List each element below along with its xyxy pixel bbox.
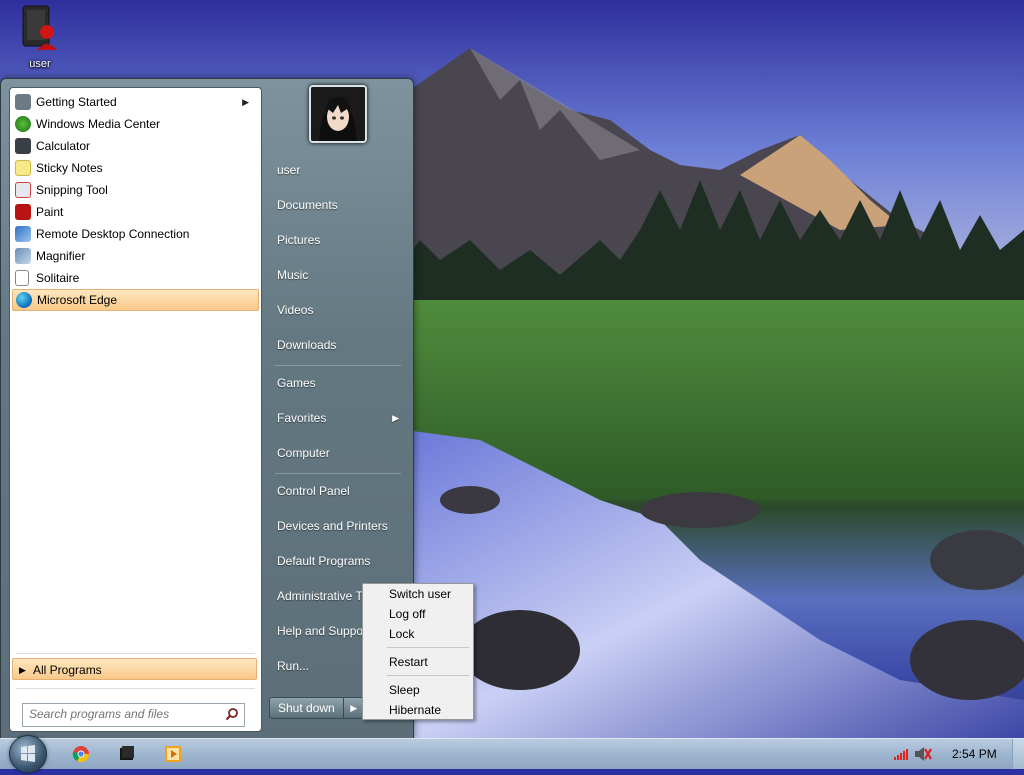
chevron-right-icon: ▶ [392, 413, 399, 423]
places-label: Run... [277, 659, 310, 673]
magnifier-icon [15, 248, 31, 264]
media-center-icon [15, 116, 31, 132]
places-documents[interactable]: Documents [269, 190, 409, 220]
program-solitaire[interactable]: Solitaire [12, 267, 259, 289]
program-getting-started[interactable]: Getting Started ▶ [12, 91, 259, 113]
program-label: Windows Media Center [36, 117, 161, 131]
places-pictures[interactable]: Pictures [269, 225, 409, 255]
menu-item-switch-user[interactable]: Switch user [365, 584, 471, 604]
program-label: Remote Desktop Connection [36, 227, 190, 241]
all-programs-label: All Programs [33, 663, 102, 677]
program-paint[interactable]: Paint [12, 201, 259, 223]
places-computer[interactable]: Computer [269, 438, 409, 468]
triangle-right-icon: ▶ [19, 665, 26, 675]
places-label: Documents [277, 198, 338, 212]
chevron-right-icon: ▶ [350, 703, 358, 713]
places-label: Help and Suppo [277, 624, 364, 638]
places-downloads[interactable]: Downloads [269, 330, 409, 360]
power-options-menu: Switch user Log off Lock Restart Sleep H… [362, 583, 474, 720]
program-label: Solitaire [36, 271, 80, 285]
program-microsoft-edge[interactable]: Microsoft Edge [12, 289, 259, 311]
snipping-tool-icon [15, 182, 31, 198]
calculator-icon [15, 138, 31, 154]
places-videos[interactable]: Videos [269, 295, 409, 325]
places-label: Administrative T [277, 589, 363, 603]
chrome-icon[interactable] [72, 745, 90, 763]
places-label: Music [277, 268, 309, 282]
user-avatar[interactable] [309, 85, 367, 143]
menu-item-restart[interactable]: Restart [365, 652, 471, 672]
places-favorites[interactable]: Favorites ▶ [269, 403, 409, 433]
menu-item-log-off[interactable]: Log off [365, 604, 471, 624]
programs-pane: Getting Started ▶ Windows Media Center C… [9, 87, 262, 732]
program-label: Magnifier [36, 249, 86, 263]
places-games[interactable]: Games [269, 368, 409, 398]
show-desktop-button[interactable] [1012, 739, 1024, 769]
desktop-icon-label: user [29, 58, 51, 70]
menu-item-hibernate[interactable]: Hibernate [365, 700, 471, 720]
places-label: Games [277, 376, 316, 390]
program-remote-desktop-connection[interactable]: Remote Desktop Connection [12, 223, 259, 245]
places-label: Devices and Printers [277, 519, 388, 533]
places-label: Computer [277, 446, 330, 460]
start-button[interactable] [9, 735, 47, 773]
taskbar: 2:54 PM [0, 735, 1024, 773]
volume-muted-icon[interactable] [914, 746, 932, 764]
places-label: Favorites [277, 411, 327, 425]
program-windows-media-center[interactable]: Windows Media Center [12, 113, 259, 135]
desktop-icon-user[interactable]: user [10, 4, 70, 70]
network-icon[interactable] [893, 747, 911, 765]
paint-icon [15, 204, 31, 220]
start-menu: Getting Started ▶ Windows Media Center C… [0, 78, 414, 740]
program-label: Sticky Notes [36, 161, 103, 175]
program-label: Snipping Tool [36, 183, 108, 197]
divider [275, 365, 401, 366]
places-label: Pictures [277, 233, 321, 247]
clock[interactable]: 2:54 PM [952, 739, 997, 769]
solitaire-icon [15, 270, 29, 286]
menu-item-sleep[interactable]: Sleep [365, 680, 471, 700]
user-account-icon [19, 4, 61, 56]
menu-divider [387, 647, 469, 648]
divider [16, 653, 255, 654]
program-snipping-tool[interactable]: Snipping Tool [12, 179, 259, 201]
program-sticky-notes[interactable]: Sticky Notes [12, 157, 259, 179]
sticky-notes-icon [15, 160, 31, 176]
program-label: Calculator [36, 139, 91, 153]
places-control-panel[interactable]: Control Panel [269, 476, 409, 506]
places-label: Downloads [277, 338, 337, 352]
program-label: Microsoft Edge [37, 293, 118, 307]
places-music[interactable]: Music [269, 260, 409, 290]
all-programs-button[interactable]: ▶ All Programs [12, 658, 257, 680]
shutdown-group: Shut down ▶ [269, 697, 365, 719]
places-label: user [277, 163, 301, 177]
edge-icon [16, 292, 32, 308]
search-icon[interactable] [225, 707, 239, 721]
places-label: Control Panel [277, 484, 350, 498]
search-input[interactable] [23, 704, 225, 724]
places-default-programs[interactable]: Default Programs [269, 546, 409, 576]
divider [275, 473, 401, 474]
search-box[interactable] [22, 703, 245, 727]
media-player-icon[interactable] [164, 745, 182, 763]
places-user[interactable]: user [269, 155, 409, 185]
program-label: Getting Started [36, 95, 117, 109]
pinned-programs-list: Getting Started ▶ Windows Media Center C… [12, 91, 259, 311]
program-label: Paint [36, 205, 64, 219]
windows-logo-icon [21, 745, 35, 762]
divider [16, 688, 255, 689]
program-magnifier[interactable]: Magnifier [12, 245, 259, 267]
shutdown-button[interactable]: Shut down [269, 697, 344, 719]
terminal-icon[interactable] [118, 745, 136, 763]
menu-divider [387, 675, 469, 676]
getting-started-icon [15, 94, 31, 110]
places-label: Default Programs [277, 554, 371, 568]
menu-item-lock[interactable]: Lock [365, 624, 471, 644]
remote-desktop-icon [15, 226, 31, 242]
program-calculator[interactable]: Calculator [12, 135, 259, 157]
places-label: Videos [277, 303, 314, 317]
places-devices-and-printers[interactable]: Devices and Printers [269, 511, 409, 541]
chevron-right-icon: ▶ [242, 97, 249, 107]
